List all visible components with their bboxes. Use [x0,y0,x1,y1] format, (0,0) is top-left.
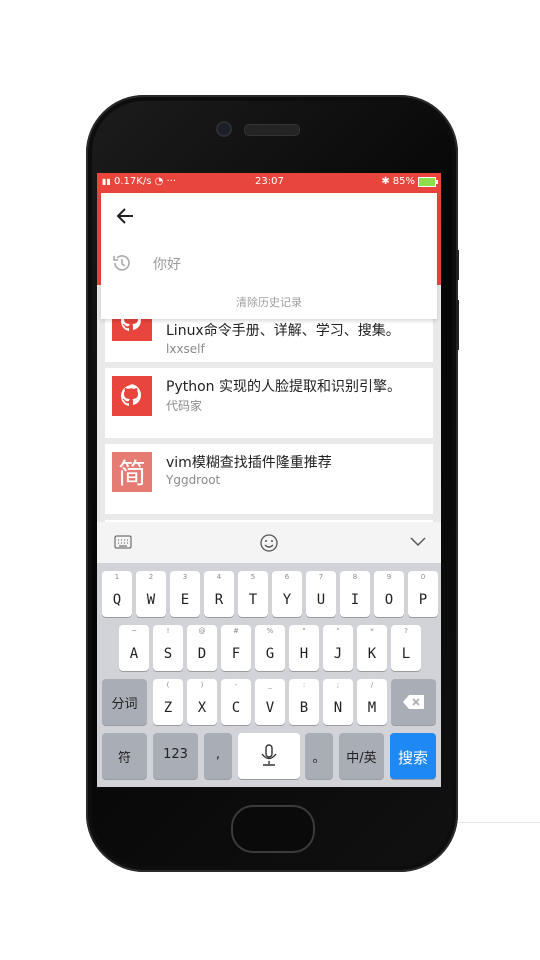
search-history-panel: 你好 清除历史记录 [101,193,437,319]
emoji-icon[interactable] [259,533,279,553]
fenci-key[interactable]: 分词 [102,679,147,725]
wifi-icon: ◔ [154,176,164,187]
symbols-key[interactable]: 符 [102,733,147,779]
key-r[interactable]: 4R [204,571,234,617]
backspace-key[interactable] [391,679,436,725]
list-item[interactable]: Python 实现的人脸提取和识别引擎。 代码家 [105,368,433,438]
bluetooth-icon: ✱ [381,176,390,187]
key-m[interactable]: / M [357,679,387,725]
lang-switch-key[interactable]: 中/英 [339,733,384,779]
key-z[interactable]: (Z [153,679,183,725]
status-bar: ▮▮ 0.17K/s ◔ ··· 23:07 ✱ 85% [97,173,441,190]
key-l[interactable]: ? L [391,625,421,671]
key-v[interactable]: _ V [255,679,285,725]
home-button[interactable] [231,805,315,853]
key-j[interactable]: " J [323,625,353,671]
search-key[interactable]: 搜索 [390,733,436,779]
result-title: Python 实现的人脸提取和识别引擎。 [166,379,401,395]
result-author: Yggdroot [166,473,221,487]
key-w[interactable]: 2W [136,571,166,617]
key-g[interactable]: % G [255,625,285,671]
key-u[interactable]: 7U [306,571,336,617]
clear-history-button[interactable]: 清除历史记录 [101,294,437,310]
key-q[interactable]: 1Q [102,571,132,617]
earpiece-speaker [244,124,300,136]
key-k[interactable]: * K [357,625,387,671]
key-e[interactable]: 3E [170,571,200,617]
phone-screen: ▮▮ 0.17K/s ◔ ··· 23:07 ✱ 85% Linux命令手册、详… [97,173,441,787]
signal-icon: ▮▮ [102,177,111,186]
back-arrow-icon[interactable] [114,205,136,227]
result-title: Linux命令手册、详解、学习、搜集。 [166,323,400,339]
divider-line [458,822,540,823]
front-camera [218,123,230,135]
key-s[interactable]: ! S [153,625,183,671]
result-author: 代码家 [166,399,203,413]
keyboard: 1Q 2W 3E 4R 5T 6Y 7U 8I 9O 0P ~ A ! S @ D #… [97,563,441,787]
jian-logo-icon: 简 [112,452,152,492]
keyboard-icon[interactable] [114,535,132,549]
key-c[interactable]: -C [221,679,251,725]
volume-button [456,250,459,280]
result-author: lxxself [166,342,205,356]
status-right: ✱ 85% [381,176,438,187]
backspace-icon [403,695,424,709]
power-button [456,300,459,350]
result-title: vim模糊查找插件隆重推荐 [166,455,332,471]
history-item[interactable]: 你好 [153,254,181,274]
more-icon: ··· [166,176,177,187]
voice-key[interactable] [238,733,300,779]
history-icon [113,255,130,271]
status-time: 23:07 [255,176,284,187]
period-key[interactable]: 。 [305,733,333,779]
key-i[interactable]: 8I [340,571,370,617]
key-d[interactable]: @ D [187,625,217,671]
comma-key[interactable]: , [204,733,232,779]
key-p[interactable]: 0P [408,571,438,617]
battery-percent: 85% [392,176,415,187]
key-a[interactable]: ~ A [119,625,149,671]
network-speed: ▮▮ 0.17K/s ◔ ··· [102,176,177,187]
chevron-down-icon[interactable] [410,537,426,547]
github-logo-icon [112,376,152,416]
key-y[interactable]: 6Y [272,571,302,617]
key-t[interactable]: 5T [238,571,268,617]
battery-icon [418,176,438,187]
key-n[interactable]: ; N [323,679,353,725]
key-h[interactable]: " H [289,625,319,671]
key-b[interactable]: :B [289,679,319,725]
list-item[interactable]: 简 vim模糊查找插件隆重推荐 Yggdroot [105,444,433,514]
key-o[interactable]: 9O [374,571,404,617]
numbers-key[interactable]: 123 [153,733,198,779]
keyboard-toolbar [97,522,441,564]
microphone-icon [261,744,277,766]
key-x[interactable]: ) X [187,679,217,725]
key-f[interactable]: # F [221,625,251,671]
